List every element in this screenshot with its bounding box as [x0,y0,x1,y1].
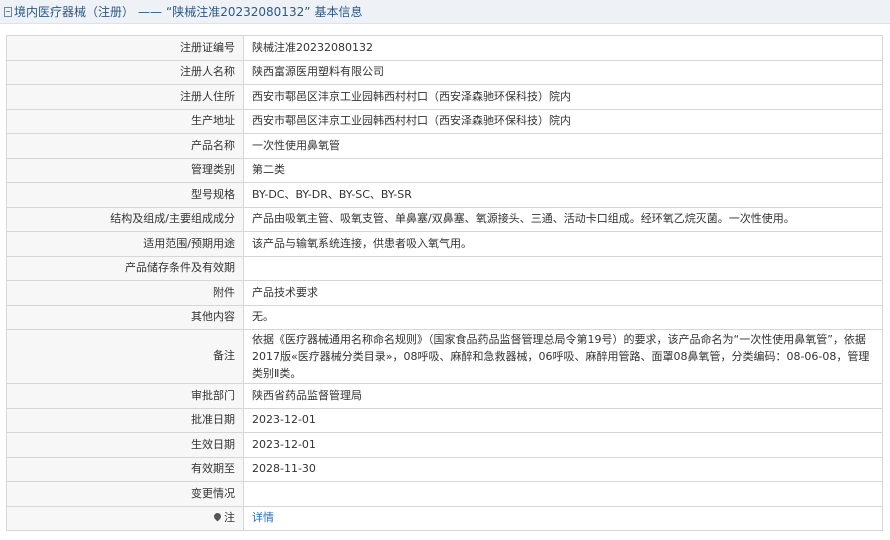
row-label: 变更情况 [6,481,244,507]
row-value: 2028-11-30 [243,456,883,482]
row-value: 陕西富源医用塑料有限公司 [243,59,883,85]
table-row: 产品名称 一次性使用鼻氧管 [6,133,883,159]
row-label: 型号规格 [6,182,244,208]
table-row: 批准日期 2023-12-01 [6,407,883,433]
row-value: 依据《医疗器械通用名称命名规则》（国家食品药品监督管理总局令第19号）的要求，该… [243,329,883,384]
row-value: 2023-12-01 [243,407,883,433]
row-label: 其他内容 [6,304,244,330]
table-row: 结构及组成/主要组成成分 产品由吸氧主管、吸氧支管、单鼻塞/双鼻塞、氧源接头、三… [6,206,883,232]
table-row: 产品储存条件及有效期 [6,255,883,281]
row-label: 注册人住所 [6,84,244,110]
row-value: 西安市鄠邑区沣京工业园韩西村村口（西安泽森驰环保科技）院内 [243,84,883,110]
row-label: 结构及组成/主要组成成分 [6,206,244,232]
row-label: 注册人名称 [6,59,244,85]
row-value [243,481,883,507]
table-row: 有效期至 2028-11-30 [6,456,883,482]
row-value: 陕西省药品监督管理局 [243,383,883,409]
table-row: 审批部门 陕西省药品监督管理局 [6,383,883,409]
row-label: 批准日期 [6,407,244,433]
row-label: 生产地址 [6,108,244,134]
table-row: 注册人名称 陕西富源医用塑料有限公司 [6,59,883,85]
row-label: 注册证编号 [6,35,244,61]
table-row: 生效日期 2023-12-01 [6,432,883,458]
table-row: 管理类别 第二类 [6,157,883,183]
row-label: 有效期至 [6,456,244,482]
table-row: 备注 依据《医疗器械通用名称命名规则》（国家食品药品监督管理总局令第19号）的要… [6,329,883,384]
row-label: 管理类别 [6,157,244,183]
note-label-cell: 注 [6,505,244,531]
note-value-cell: 详情 [243,505,883,531]
table-row: 其他内容 无。 [6,304,883,330]
row-label: 产品名称 [6,133,244,159]
row-value: 第二类 [243,157,883,183]
row-value: 2023-12-01 [243,432,883,458]
row-value: 产品技术要求 [243,280,883,306]
page-header: 境内医疗器械（注册） —— “陕械注准20232080132” 基本信息 [0,0,890,24]
document-icon [4,6,12,17]
details-link[interactable]: 详情 [252,511,274,524]
table-row: 变更情况 [6,481,883,507]
table-row: 注 详情 [6,505,883,531]
row-value: 西安市鄠邑区沣京工业园韩西村村口（西安泽森驰环保科技）院内 [243,108,883,134]
pin-icon [212,511,223,522]
row-label: 适用范围/预期用途 [6,231,244,257]
header-section: 境内医疗器械（注册） [14,5,135,19]
row-value: 无。 [243,304,883,330]
row-label: 备注 [6,329,244,384]
table-row: 注册人住所 西安市鄠邑区沣京工业园韩西村村口（西安泽森驰环保科技）院内 [6,84,883,110]
note-label: 注 [224,511,235,524]
table-row: 附件 产品技术要求 [6,280,883,306]
row-value: 一次性使用鼻氧管 [243,133,883,159]
row-label: 产品储存条件及有效期 [6,255,244,281]
basic-info-table: 注册证编号 陕械注准20232080132 注册人名称 陕西富源医用塑料有限公司… [6,35,883,531]
header-registration-number: “陕械注准20232080132” [166,5,311,19]
row-value [243,255,883,281]
row-value: BY-DC、BY-DR、BY-SC、BY-SR [243,182,883,208]
table-row: 生产地址 西安市鄠邑区沣京工业园韩西村村口（西安泽森驰环保科技）院内 [6,108,883,134]
row-label: 生效日期 [6,432,244,458]
row-value: 陕械注准20232080132 [243,35,883,61]
row-label: 审批部门 [6,383,244,409]
table-row: 型号规格 BY-DC、BY-DR、BY-SC、BY-SR [6,182,883,208]
table-row: 适用范围/预期用途 该产品与输氧系统连接，供患者吸入氧气用。 [6,231,883,257]
header-suffix: 基本信息 [314,5,363,19]
row-label: 附件 [6,280,244,306]
table-row: 注册证编号 陕械注准20232080132 [6,35,883,61]
row-value: 产品由吸氧主管、吸氧支管、单鼻塞/双鼻塞、氧源接头、三通、活动卡口组成。经环氧乙… [243,206,883,232]
row-value: 该产品与输氧系统连接，供患者吸入氧气用。 [243,231,883,257]
header-separator: —— [138,4,163,19]
